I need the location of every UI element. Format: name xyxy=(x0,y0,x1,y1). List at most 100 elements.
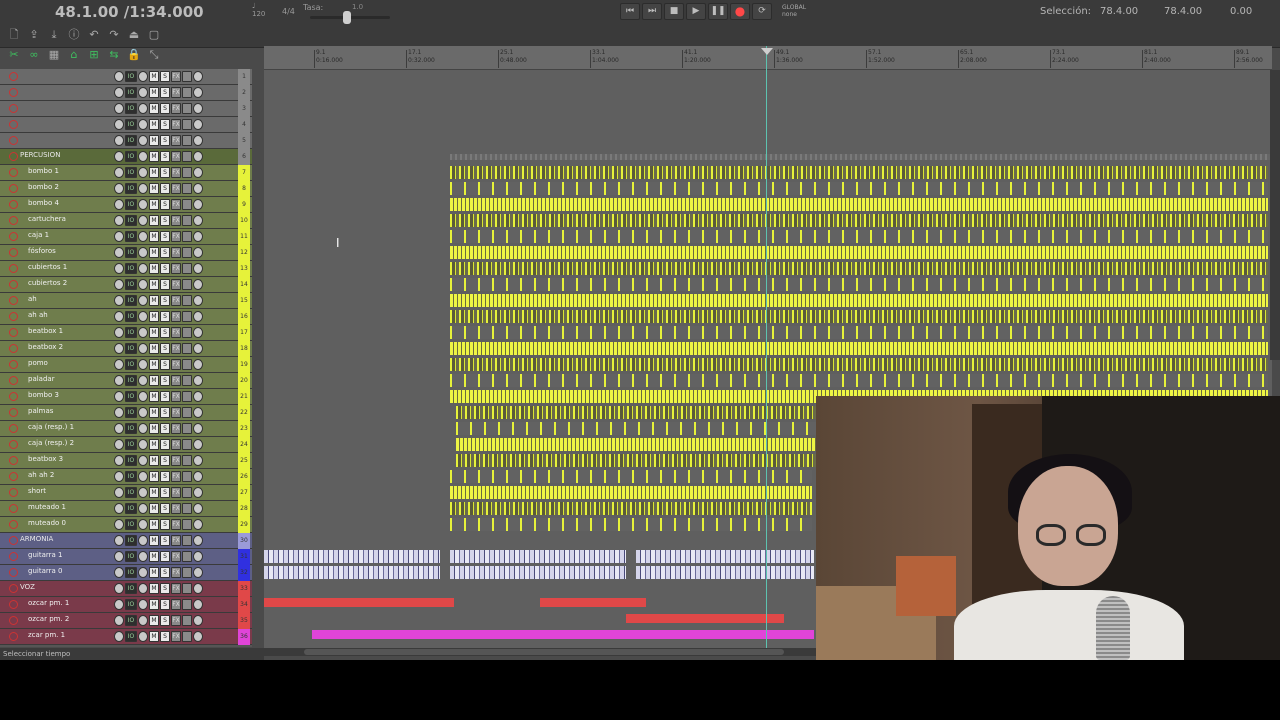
media-item[interactable] xyxy=(450,518,812,531)
track-name[interactable]: cubiertos 2 xyxy=(28,279,67,287)
solo-button[interactable]: S xyxy=(160,439,170,450)
solo-button[interactable]: S xyxy=(160,71,170,82)
record-arm-icon[interactable] xyxy=(9,200,18,209)
volume-knob-icon[interactable] xyxy=(114,135,124,146)
track-row[interactable]: cartuchera IO M S FX 10 xyxy=(0,213,252,229)
fx-bypass-button[interactable] xyxy=(182,535,192,546)
envelope-icon[interactable] xyxy=(193,567,203,578)
fx-button[interactable]: FX xyxy=(171,151,181,162)
pan-knob-icon[interactable] xyxy=(138,183,148,194)
fx-bypass-button[interactable] xyxy=(182,199,192,210)
media-item[interactable] xyxy=(636,566,814,579)
mute-button[interactable]: M xyxy=(149,103,159,114)
folder-name[interactable]: ARMONIA xyxy=(20,535,53,543)
folder-track-armonia[interactable]: ARMONIA IO M S FX 30 xyxy=(0,533,252,549)
route-button[interactable]: IO xyxy=(125,551,137,562)
route-button[interactable]: IO xyxy=(125,439,137,450)
solo-button[interactable]: S xyxy=(160,359,170,370)
envelope-icon[interactable] xyxy=(193,71,203,82)
fx-button[interactable]: FX xyxy=(171,631,181,642)
mute-button[interactable]: M xyxy=(149,311,159,322)
route-button[interactable]: IO xyxy=(125,423,137,434)
route-button[interactable]: IO xyxy=(125,567,137,578)
envelope-icon[interactable] xyxy=(193,87,203,98)
fx-bypass-button[interactable] xyxy=(182,295,192,306)
metronome-icon[interactable]: ⏏ xyxy=(126,28,142,42)
track-name[interactable]: palmas xyxy=(28,407,53,415)
track-row[interactable]: guitarra 1 IO M S FX 31 xyxy=(0,549,252,565)
solo-button[interactable]: S xyxy=(160,471,170,482)
record-arm-icon[interactable] xyxy=(9,584,18,593)
pan-knob-icon[interactable] xyxy=(138,583,148,594)
fx-button[interactable]: FX xyxy=(171,551,181,562)
pan-knob-icon[interactable] xyxy=(138,279,148,290)
solo-button[interactable]: S xyxy=(160,567,170,578)
volume-knob-icon[interactable] xyxy=(114,87,124,98)
volume-knob-icon[interactable] xyxy=(114,295,124,306)
solo-button[interactable]: S xyxy=(160,247,170,258)
track-row[interactable]: IO M S FX 1 xyxy=(0,69,252,85)
record-arm-icon[interactable] xyxy=(9,616,18,625)
volume-knob-icon[interactable] xyxy=(114,519,124,530)
volume-knob-icon[interactable] xyxy=(114,343,124,354)
fx-button[interactable]: FX xyxy=(171,599,181,610)
envelope-icon[interactable] xyxy=(193,103,203,114)
media-item[interactable] xyxy=(450,310,1268,323)
envelope-icon[interactable] xyxy=(193,391,203,402)
pan-knob-icon[interactable] xyxy=(138,535,148,546)
route-button[interactable]: IO xyxy=(125,503,137,514)
mute-button[interactable]: M xyxy=(149,407,159,418)
fx-bypass-button[interactable] xyxy=(182,215,192,226)
mute-button[interactable]: M xyxy=(149,343,159,354)
envelope-icon[interactable] xyxy=(193,583,203,594)
track-row[interactable]: guitarra 0 IO M S FX 32 xyxy=(0,565,252,581)
fx-bypass-button[interactable] xyxy=(182,583,192,594)
mute-button[interactable]: M xyxy=(149,551,159,562)
solo-button[interactable]: S xyxy=(160,599,170,610)
fx-button[interactable]: FX xyxy=(171,487,181,498)
media-item[interactable] xyxy=(450,550,626,563)
media-item[interactable] xyxy=(264,566,440,579)
fx-bypass-button[interactable] xyxy=(182,231,192,242)
route-button[interactable]: IO xyxy=(125,407,137,418)
track-row[interactable]: short IO M S FX 27 xyxy=(0,485,252,501)
volume-knob-icon[interactable] xyxy=(114,231,124,242)
media-item[interactable] xyxy=(456,438,818,451)
fx-bypass-button[interactable] xyxy=(182,519,192,530)
track-row[interactable]: muteado 0 IO M S FX 29 xyxy=(0,517,252,533)
pan-knob-icon[interactable] xyxy=(138,311,148,322)
solo-button[interactable]: S xyxy=(160,551,170,562)
fx-bypass-button[interactable] xyxy=(182,327,192,338)
mute-button[interactable]: M xyxy=(149,151,159,162)
media-item[interactable] xyxy=(450,326,1268,339)
envelope-icon[interactable] xyxy=(193,615,203,626)
pan-knob-icon[interactable] xyxy=(138,295,148,306)
solo-button[interactable]: S xyxy=(160,583,170,594)
solo-button[interactable]: S xyxy=(160,455,170,466)
undo-icon[interactable]: ↶ xyxy=(86,28,102,42)
mute-button[interactable]: M xyxy=(149,231,159,242)
volume-knob-icon[interactable] xyxy=(114,631,124,642)
route-button[interactable]: IO xyxy=(125,487,137,498)
envelope-icon[interactable] xyxy=(193,167,203,178)
envelope-icon[interactable] xyxy=(193,551,203,562)
envelope-icon[interactable] xyxy=(193,359,203,370)
stop-button[interactable]: ■ xyxy=(664,3,684,20)
fx-bypass-button[interactable] xyxy=(182,279,192,290)
mute-button[interactable]: M xyxy=(149,583,159,594)
pan-knob-icon[interactable] xyxy=(138,615,148,626)
route-button[interactable]: IO xyxy=(125,535,137,546)
solo-button[interactable]: S xyxy=(160,391,170,402)
lock-icon[interactable]: ▢ xyxy=(146,28,162,42)
track-name[interactable]: bombo 1 xyxy=(28,167,59,175)
tempo-display[interactable]: ♩ 120 xyxy=(252,2,265,18)
route-button[interactable]: IO xyxy=(125,519,137,530)
fx-button[interactable]: FX xyxy=(171,135,181,146)
redo-icon[interactable]: ↷ xyxy=(106,28,122,42)
fx-bypass-button[interactable] xyxy=(182,71,192,82)
track-name[interactable]: beatbox 1 xyxy=(28,327,63,335)
mute-button[interactable]: M xyxy=(149,631,159,642)
pan-knob-icon[interactable] xyxy=(138,567,148,578)
track-name[interactable]: ozcar pm. 2 xyxy=(28,615,69,623)
fx-button[interactable]: FX xyxy=(171,167,181,178)
